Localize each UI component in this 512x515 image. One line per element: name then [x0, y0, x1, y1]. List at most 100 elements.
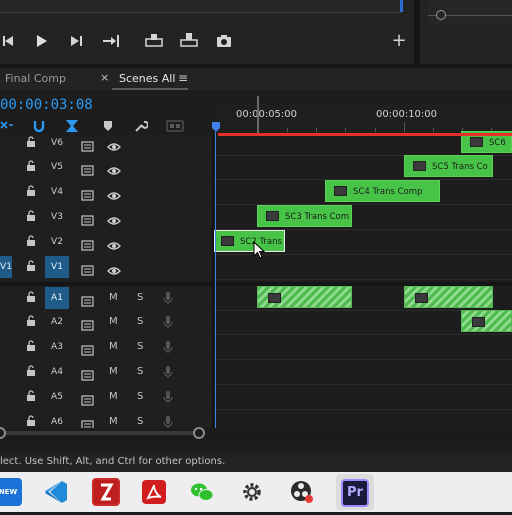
source-patch[interactable]: V1	[0, 256, 12, 278]
mute-button[interactable]: M	[109, 316, 118, 327]
sync-lock-icon[interactable]	[81, 366, 94, 385]
track-target-v6[interactable]: V6	[45, 132, 69, 154]
insert-icon[interactable]	[143, 30, 165, 52]
source-patch[interactable]	[0, 206, 12, 228]
eye-icon[interactable]	[107, 211, 121, 230]
sync-lock-icon[interactable]	[81, 137, 94, 156]
vscode-icon[interactable]	[42, 478, 70, 506]
lock-icon[interactable]	[26, 185, 36, 200]
step-forward-button[interactable]	[65, 30, 87, 52]
sync-lock-icon[interactable]	[81, 316, 94, 335]
mute-button[interactable]: M	[109, 292, 118, 303]
eye-icon[interactable]	[107, 186, 121, 205]
source-patch[interactable]	[0, 231, 12, 253]
settings-gear-icon[interactable]	[238, 478, 266, 506]
lock-icon[interactable]	[26, 315, 36, 330]
lock-icon[interactable]	[26, 160, 36, 175]
source-patch[interactable]	[0, 132, 12, 154]
microphone-icon[interactable]	[163, 389, 173, 408]
clip-sc3[interactable]: SC3 Trans Com	[257, 205, 352, 227]
panel-menu-icon[interactable]: ≡	[178, 71, 188, 85]
track-target-a4[interactable]: A4	[45, 361, 69, 383]
clip-sc2-selected[interactable]: SC2 Trans	[214, 230, 285, 252]
source-patch[interactable]	[0, 156, 12, 178]
microphone-icon[interactable]	[163, 314, 173, 333]
track-target-v4[interactable]: V4	[45, 181, 69, 203]
sync-lock-icon[interactable]	[81, 261, 94, 280]
camera-icon[interactable]	[213, 30, 235, 52]
scroll-right-handle[interactable]	[193, 427, 205, 439]
panel-divider[interactable]	[414, 0, 420, 64]
track-target-a3[interactable]: A3	[45, 336, 69, 358]
lock-icon[interactable]	[26, 340, 36, 355]
track-target-v3[interactable]: V3	[45, 206, 69, 228]
solo-button[interactable]: S	[137, 292, 143, 303]
eye-icon[interactable]	[107, 137, 121, 156]
solo-button[interactable]: S	[137, 391, 143, 402]
sync-lock-icon[interactable]	[81, 211, 94, 230]
photoshop-new-icon[interactable]: NEW	[0, 478, 22, 506]
track-target-a1[interactable]: A1	[45, 287, 69, 309]
track-target-v5[interactable]: V5	[45, 156, 69, 178]
lock-icon[interactable]	[26, 390, 36, 405]
audio-clip[interactable]	[404, 286, 493, 308]
sync-lock-icon[interactable]	[81, 391, 94, 410]
close-tab-icon[interactable]: ×	[100, 71, 109, 84]
lock-icon[interactable]	[26, 235, 36, 250]
overwrite-icon[interactable]	[178, 30, 200, 52]
zoom-handle[interactable]	[436, 10, 446, 20]
audio-clip[interactable]	[461, 310, 512, 332]
step-back-button[interactable]	[0, 30, 22, 52]
mute-button[interactable]: M	[109, 341, 118, 352]
track-target-v1[interactable]: V1	[45, 256, 69, 278]
sync-lock-icon[interactable]	[81, 292, 94, 311]
solo-button[interactable]: S	[137, 366, 143, 377]
clip-sc5[interactable]: SC5 Trans Co	[404, 155, 493, 177]
premiere-pro-icon[interactable]: Pr	[341, 479, 369, 507]
mute-button[interactable]: M	[109, 391, 118, 402]
microphone-icon[interactable]	[163, 364, 173, 383]
clip-sc4[interactable]: SC4 Trans Comp	[325, 180, 440, 202]
microphone-icon[interactable]	[163, 290, 173, 309]
playhead-timecode[interactable]: 00:00:03:08	[0, 97, 93, 113]
source-patch[interactable]	[0, 181, 12, 203]
track-target-a2[interactable]: A2	[45, 311, 69, 333]
work-area-bar[interactable]	[218, 133, 512, 136]
play-button[interactable]	[30, 30, 52, 52]
tab-scenes-all[interactable]: Scenes All	[119, 72, 175, 85]
lock-icon[interactable]	[26, 260, 36, 275]
sync-lock-icon[interactable]	[81, 236, 94, 255]
track-target-a5[interactable]: A5	[45, 386, 69, 408]
mute-button[interactable]: M	[109, 416, 118, 427]
sync-lock-icon[interactable]	[81, 341, 94, 360]
sync-lock-icon[interactable]	[81, 186, 94, 205]
obs-icon[interactable]	[288, 478, 316, 506]
add-button[interactable]: +	[388, 30, 410, 52]
mute-button[interactable]: M	[109, 366, 118, 377]
sync-lock-icon[interactable]	[81, 161, 94, 180]
eye-icon[interactable]	[107, 236, 121, 255]
solo-button[interactable]: S	[137, 416, 143, 427]
captions-icon[interactable]	[166, 120, 184, 135]
status-bar: lect. Use Shift, Alt, and Ctrl for other…	[0, 452, 512, 472]
go-to-out-button[interactable]	[100, 30, 122, 52]
acrobat-icon[interactable]	[140, 478, 168, 506]
source-scrubber[interactable]	[428, 0, 512, 24]
lock-icon[interactable]	[26, 136, 36, 151]
filezilla-icon[interactable]	[92, 478, 120, 506]
lock-icon[interactable]	[26, 291, 36, 306]
microphone-icon[interactable]	[163, 339, 173, 358]
lock-icon[interactable]	[26, 365, 36, 380]
timeline-scrollbar[interactable]	[2, 431, 198, 435]
audio-clip[interactable]	[257, 286, 352, 308]
wechat-icon[interactable]	[188, 478, 216, 506]
eye-icon[interactable]	[107, 261, 121, 280]
solo-button[interactable]: S	[137, 341, 143, 352]
eye-icon[interactable]	[107, 161, 121, 180]
monitor-scrubber[interactable]	[0, 0, 402, 13]
track-target-v2[interactable]: V2	[45, 231, 69, 253]
tab-final-comp[interactable]: Final Comp	[5, 72, 66, 85]
playhead-line[interactable]	[215, 132, 216, 430]
lock-icon[interactable]	[26, 210, 36, 225]
solo-button[interactable]: S	[137, 316, 143, 327]
